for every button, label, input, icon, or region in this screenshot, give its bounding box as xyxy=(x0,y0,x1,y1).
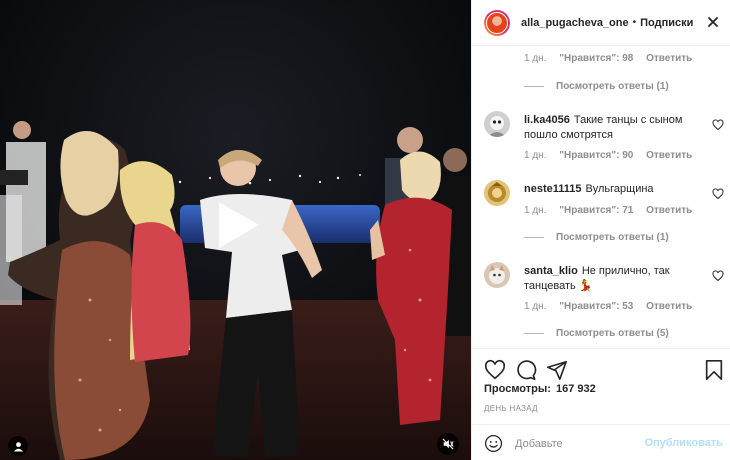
comment-text: neste11115 Вульгарщина xyxy=(524,182,710,197)
comment-emoji: 💃 xyxy=(578,280,593,292)
author-username[interactable]: alla_pugacheva_one xyxy=(521,17,629,29)
header-separator: • xyxy=(632,17,637,28)
replies-line xyxy=(524,86,544,87)
more-icon[interactable] xyxy=(705,12,721,32)
reply-button[interactable]: Ответить xyxy=(646,150,692,161)
play-icon xyxy=(219,202,259,248)
avatar-image xyxy=(484,111,510,137)
views-count: Просмотры: 167 932 xyxy=(484,383,596,395)
comment-likes[interactable]: "Нравится": 90 xyxy=(559,150,633,161)
post-sidebar: alla_pugacheva_one • Подписки 1 дн. "Нра… xyxy=(471,0,730,460)
commenter-avatar[interactable] xyxy=(484,111,510,137)
comment-icon[interactable] xyxy=(515,359,537,381)
post-header: alla_pugacheva_one • Подписки xyxy=(472,0,730,46)
comment-likes[interactable]: "Нравится": 98 xyxy=(559,53,633,64)
comment-text: santa_klio Не прилично, так танцевать 💃 xyxy=(524,264,710,294)
commenter-username[interactable]: neste11115 xyxy=(524,183,582,195)
post-viewer: alla_pugacheva_one • Подписки 1 дн. "Нра… xyxy=(0,0,730,460)
comment-likes[interactable]: "Нравится": 53 xyxy=(559,301,633,312)
bookmark-icon[interactable] xyxy=(703,359,725,381)
reply-button[interactable]: Ответить xyxy=(646,301,692,312)
publish-button[interactable]: Опубликовать xyxy=(644,437,723,449)
view-replies-label: Посмотреть ответы (1) xyxy=(556,232,669,243)
comment-time: 1 дн. xyxy=(524,205,547,216)
comment-likes[interactable]: "Нравится": 71 xyxy=(559,205,633,216)
user-tag-button[interactable] xyxy=(8,436,28,456)
comment-like-icon[interactable] xyxy=(712,119,724,131)
views-label: Просмотры: xyxy=(484,383,551,395)
emoji-icon[interactable] xyxy=(484,434,503,453)
author-avatar[interactable] xyxy=(484,9,510,36)
comment-content: Вульгарщина xyxy=(585,183,654,195)
commenter-username[interactable]: li.ka4056 xyxy=(524,114,570,126)
reply-button[interactable]: Ответить xyxy=(646,205,692,216)
commenter-avatar[interactable] xyxy=(484,262,510,288)
view-replies-label: Посмотреть ответы (1) xyxy=(556,81,669,92)
post-timestamp: ДЕНЬ НАЗАД xyxy=(484,404,538,413)
mute-button[interactable] xyxy=(437,433,459,455)
author-avatar-image xyxy=(486,11,508,34)
comment-text: li.ka4056 Такие танцы с сыном пошло смотр… xyxy=(524,113,710,143)
mute-icon xyxy=(442,438,454,450)
comment-time: 1 дн. xyxy=(524,150,547,161)
commenter-avatar[interactable] xyxy=(484,180,510,206)
comment-meta: 1 дн. "Нравится": 98 Ответить xyxy=(524,53,702,64)
view-replies-button[interactable]: Посмотреть ответы (5) xyxy=(524,328,669,339)
comment-like-icon[interactable] xyxy=(712,188,724,200)
replies-line xyxy=(524,237,544,238)
comment-meta: 1 дн. "Нравится": 71 Ответить xyxy=(524,205,702,216)
post-actions xyxy=(472,348,730,380)
comment-time: 1 дн. xyxy=(524,301,547,312)
heart-icon[interactable] xyxy=(484,359,506,381)
play-button[interactable] xyxy=(207,196,265,254)
comment-meta: 1 дн. "Нравится": 53 Ответить xyxy=(524,301,702,312)
avatar-image xyxy=(484,180,510,206)
views-number: 167 932 xyxy=(555,383,596,395)
view-replies-button[interactable]: Посмотреть ответы (1) xyxy=(524,81,669,92)
view-replies-label: Посмотреть ответы (5) xyxy=(556,328,669,339)
following-button[interactable]: Подписки xyxy=(640,17,693,29)
video-player[interactable] xyxy=(0,0,471,460)
comment-composer: Опубликовать xyxy=(472,424,730,460)
comment-meta: 1 дн. "Нравится": 90 Ответить xyxy=(524,150,702,161)
view-replies-button[interactable]: Посмотреть ответы (1) xyxy=(524,232,669,243)
comments-list[interactable]: 1 дн. "Нравится": 98 Ответить Посмотреть… xyxy=(472,46,730,348)
reply-button[interactable]: Ответить xyxy=(646,53,692,64)
comment-time: 1 дн. xyxy=(524,53,547,64)
comment-input[interactable] xyxy=(515,434,665,453)
replies-line xyxy=(524,333,544,334)
user-tag-icon xyxy=(13,441,23,452)
share-icon[interactable] xyxy=(546,359,568,381)
commenter-username[interactable]: santa_klio xyxy=(524,265,578,277)
comment-like-icon[interactable] xyxy=(712,270,724,282)
avatar-image xyxy=(484,262,510,288)
